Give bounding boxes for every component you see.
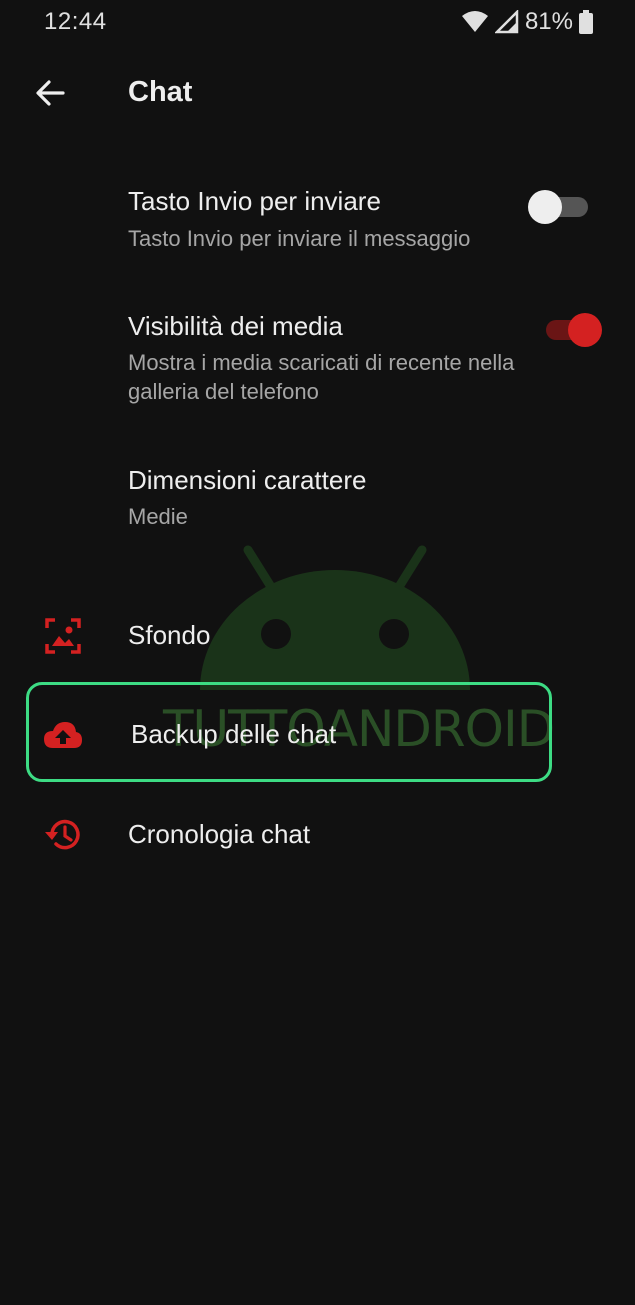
back-button[interactable]	[28, 73, 72, 113]
menu-item-label: Backup delle chat	[131, 719, 337, 749]
wallpaper-icon	[42, 618, 84, 654]
menu-item-chat-backup[interactable]: Backup delle chat	[0, 705, 635, 765]
battery-icon	[579, 10, 593, 34]
battery-percent: 81%	[524, 8, 573, 35]
status-icons: 81%	[461, 8, 593, 36]
history-icon	[42, 817, 84, 853]
setting-title: Visibilità dei media	[128, 311, 343, 341]
menu-item-label: Cronologia chat	[128, 819, 311, 849]
setting-enter-to-send[interactable]: Tasto Invio per inviare Tasto Invio per …	[0, 180, 635, 260]
status-time: 12:44	[44, 8, 107, 35]
enter-to-send-toggle[interactable]	[528, 190, 588, 224]
menu-item-chat-history[interactable]: Cronologia chat	[0, 805, 635, 865]
back-arrow-icon	[36, 80, 65, 106]
toggle-thumb	[528, 190, 562, 224]
cellular-signal-icon	[494, 10, 519, 34]
media-visibility-toggle[interactable]	[542, 313, 602, 347]
wifi-icon	[461, 11, 488, 32]
setting-title: Dimensioni carattere	[128, 465, 367, 495]
toggle-thumb	[568, 313, 602, 347]
menu-item-label: Sfondo	[128, 620, 211, 650]
setting-title: Tasto Invio per inviare	[128, 186, 381, 216]
cloud-upload-icon	[42, 717, 84, 753]
setting-subtitle: Mostra i media scaricati di recente nell…	[128, 350, 515, 404]
page-title: Chat	[128, 76, 193, 108]
app-bar: Chat	[0, 60, 635, 126]
setting-media-visibility[interactable]: Visibilità dei media Mostra i media scar…	[0, 305, 635, 415]
setting-subtitle: Tasto Invio per inviare il messaggio	[128, 226, 471, 251]
status-bar: 12:44 81%	[0, 0, 635, 44]
setting-subtitle: Medie	[128, 504, 188, 529]
menu-item-wallpaper[interactable]: Sfondo	[0, 606, 635, 666]
setting-font-size[interactable]: Dimensioni carattere Medie	[0, 459, 635, 539]
